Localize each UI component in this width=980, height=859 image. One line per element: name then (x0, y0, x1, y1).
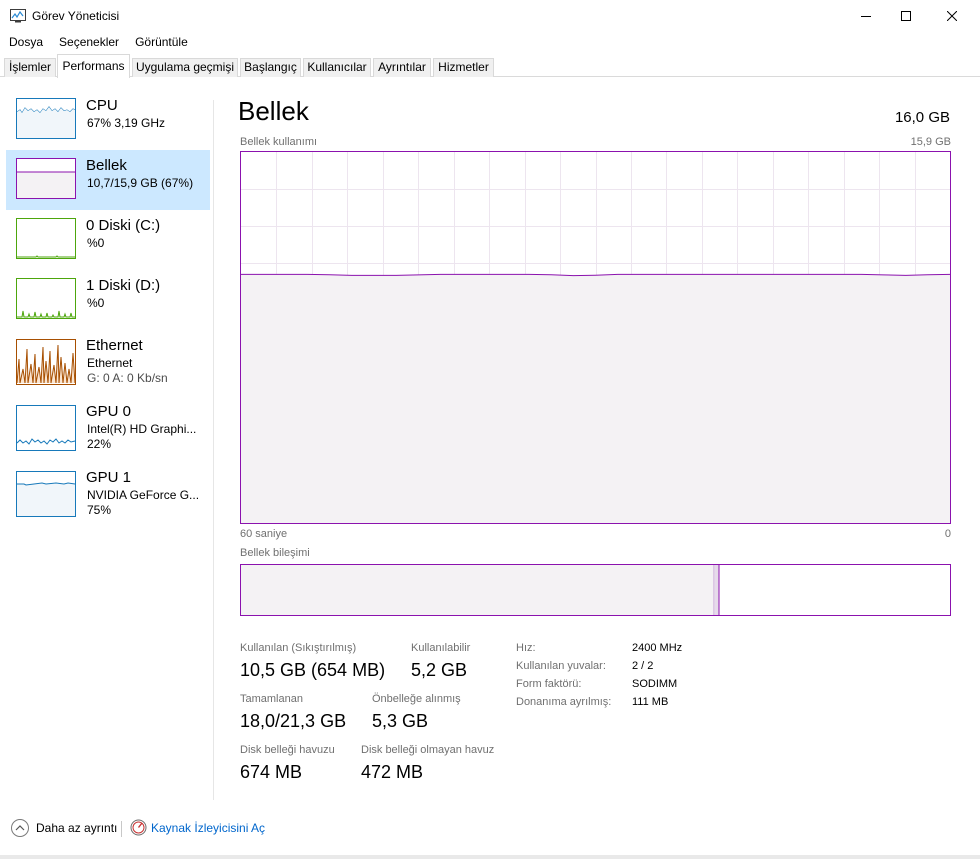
gpu1-name: GPU 1 (86, 469, 132, 486)
footer-separator (121, 821, 122, 837)
memory-composition-bar (240, 564, 951, 616)
cached-value: 5,3 GB (372, 711, 429, 731)
open-resource-monitor-link[interactable]: Kaynak İzleyicisini Aç (130, 819, 265, 836)
disk0-thumbnail (16, 218, 76, 259)
title-bar: Görev Yöneticisi (0, 0, 980, 32)
disk1-name: 1 Diski (D:) (86, 277, 161, 294)
minimize-icon (861, 16, 871, 17)
resource-monitor-icon (130, 819, 147, 836)
tab-startup[interactable]: Başlangıç (240, 58, 301, 77)
available-value: 5,2 GB (411, 660, 468, 680)
in-use-label: Kullanılan (Sıkıştırılmış) (240, 642, 357, 654)
form-factor-value: SODIMM (632, 678, 678, 690)
tab-processes[interactable]: İşlemler (4, 58, 56, 77)
usage-graph-label: Bellek kullanımı (240, 136, 318, 148)
disk0-usage: %0 (87, 236, 105, 250)
slots-value: 2 / 2 (632, 660, 654, 672)
total-memory: 16,0 GB (894, 109, 950, 126)
cached-label: Önbelleğe alınmış (372, 693, 461, 705)
resource-cpu[interactable]: CPU 67% 3,19 GHz (6, 90, 210, 150)
page-title: Bellek (238, 96, 309, 126)
ethernet-name: Ethernet (86, 337, 143, 354)
resource-disk-1[interactable]: 1 Diski (D:) %0 (6, 270, 210, 330)
resource-gpu-0[interactable]: GPU 0 Intel(R) HD Graphi... 22% (6, 396, 210, 460)
tab-performance[interactable]: Performans (57, 54, 130, 78)
close-icon (947, 11, 957, 21)
paged-pool-label: Disk belleği havuzu (240, 744, 335, 756)
composition-modified (715, 565, 719, 615)
cpu-name: CPU (86, 97, 118, 114)
composition-label: Bellek bileşimi (240, 547, 310, 559)
disk0-name: 0 Diski (C:) (86, 217, 161, 234)
available-label: Kullanılabilir (411, 642, 471, 654)
memory-usage: 10,7/15,9 GB (67%) (87, 176, 194, 190)
paged-pool-value: 674 MB (240, 762, 303, 782)
chevron-up-circle-icon (11, 819, 29, 837)
menu-options[interactable]: Seçenekler (51, 32, 127, 52)
speed-value: 2400 MHz (632, 642, 683, 654)
memory-composition-chart (241, 565, 720, 615)
gpu0-usage: 22% (87, 437, 112, 451)
graph-axis-end: 0 (944, 528, 951, 540)
ethernet-throughput: G: 0 A: 0 Kb/sn (87, 371, 168, 385)
gpu1-usage: 75% (87, 503, 112, 517)
hardware-reserved-label: Donanıma ayrılmış: (516, 696, 612, 708)
tab-details[interactable]: Ayrıntılar (373, 58, 431, 77)
committed-value: 18,0/21,3 GB (240, 711, 347, 731)
usage-graph-max: 15,9 GB (910, 136, 951, 148)
disk1-thumbnail (16, 278, 76, 319)
close-button[interactable] (929, 0, 975, 32)
disk1-usage: %0 (87, 296, 105, 310)
memory-thumbnail (16, 158, 76, 199)
window-title: Görev Yöneticisi (32, 9, 120, 23)
memory-name: Bellek (86, 157, 127, 174)
ethernet-thumbnail (16, 339, 76, 385)
composition-in-use (241, 565, 714, 615)
nonpaged-pool-value: 472 MB (361, 762, 424, 782)
form-factor-label: Form faktörü: (516, 678, 582, 690)
tab-strip: İşlemler Performans Uygulama geçmişi Baş… (0, 54, 980, 78)
ethernet-adapter: Ethernet (87, 356, 133, 370)
cpu-usage: 67% 3,19 GHz (87, 116, 166, 130)
hardware-reserved-value: 111 MB (632, 696, 669, 708)
task-manager-icon (10, 9, 26, 23)
menu-file[interactable]: Dosya (0, 32, 51, 52)
fewer-details-label: Daha az ayrıntı (36, 821, 118, 835)
cpu-thumbnail (16, 98, 76, 139)
maximize-button[interactable] (883, 0, 929, 32)
graph-axis-start: 60 saniye (240, 528, 288, 540)
tab-app-history[interactable]: Uygulama geçmişi (132, 58, 238, 77)
window-bottom-border (0, 855, 980, 859)
menu-bar: Dosya Seçenekler Görüntüle (0, 32, 980, 52)
gpu1-thumbnail (16, 471, 76, 517)
resource-ethernet[interactable]: Ethernet Ethernet G: 0 A: 0 Kb/sn (6, 330, 210, 394)
committed-label: Tamamlanan (240, 693, 303, 705)
tab-services[interactable]: Hizmetler (433, 58, 494, 77)
resource-monitor-label: Kaynak İzleyicisini Aç (151, 820, 266, 835)
in-use-value: 10,5 GB (654 MB) (240, 660, 386, 680)
nonpaged-pool-label: Disk belleği olmayan havuz (361, 744, 495, 756)
memory-usage-graph (240, 151, 951, 524)
tab-users[interactable]: Kullanıcılar (303, 58, 371, 77)
slots-label: Kullanılan yuvalar: (516, 660, 606, 672)
maximize-icon (901, 11, 911, 21)
menu-view[interactable]: Görüntüle (127, 32, 196, 52)
gpu0-name: GPU 0 (86, 403, 132, 420)
fewer-details-button[interactable]: Daha az ayrıntı (10, 818, 117, 838)
gpu1-model: NVIDIA GeForce G... (87, 488, 200, 502)
resource-gpu-1[interactable]: GPU 1 NVIDIA GeForce G... 75% (6, 462, 210, 526)
speed-label: Hız: (516, 642, 536, 654)
footer: Daha az ayrıntı Kaynak İzleyicisini Aç (0, 812, 980, 846)
panel-divider (213, 100, 214, 800)
resource-memory[interactable]: Bellek 10,7/15,9 GB (67%) (6, 150, 210, 210)
resource-disk-0[interactable]: 0 Diski (C:) %0 (6, 210, 210, 270)
gpu0-model: Intel(R) HD Graphi... (87, 422, 197, 436)
gpu0-thumbnail (16, 405, 76, 451)
memory-usage-chart (241, 152, 950, 523)
